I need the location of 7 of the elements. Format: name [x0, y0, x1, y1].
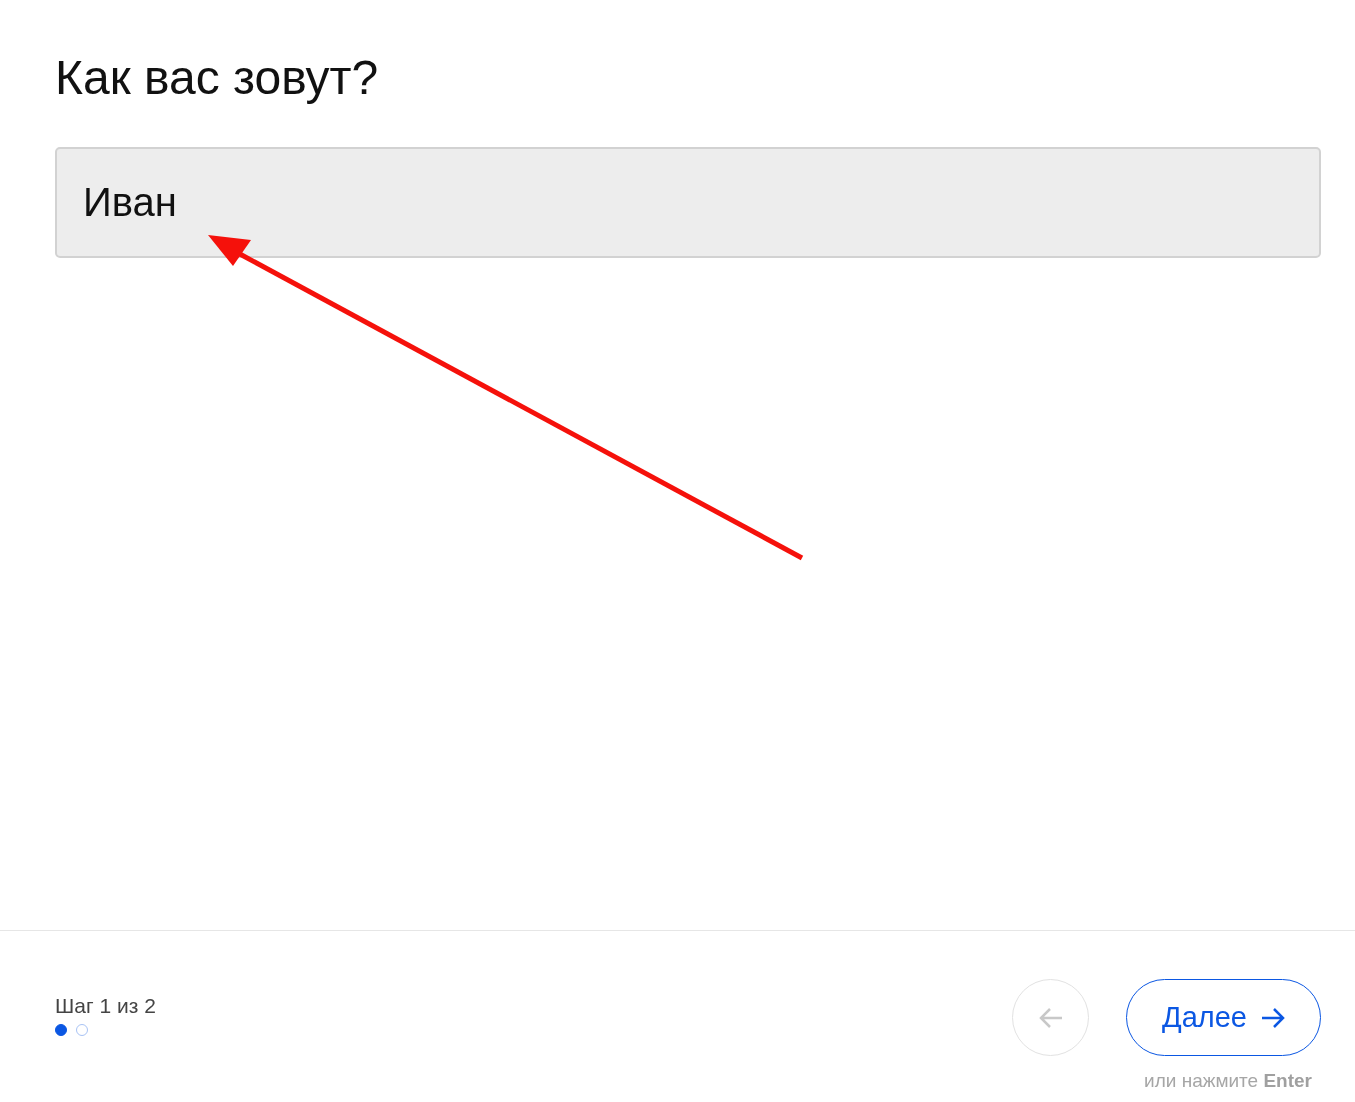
right-arrow-icon: [1260, 1007, 1285, 1028]
step-counter: Шаг 1 из 2: [55, 994, 156, 1018]
left-arrow-icon: [1038, 1007, 1063, 1028]
next-button[interactable]: Далее: [1126, 979, 1321, 1056]
enter-hint: или нажмите Enter: [1144, 1070, 1312, 1092]
name-input-field[interactable]: Иван: [55, 147, 1321, 258]
question-title: Как вас зовут?: [55, 50, 379, 106]
